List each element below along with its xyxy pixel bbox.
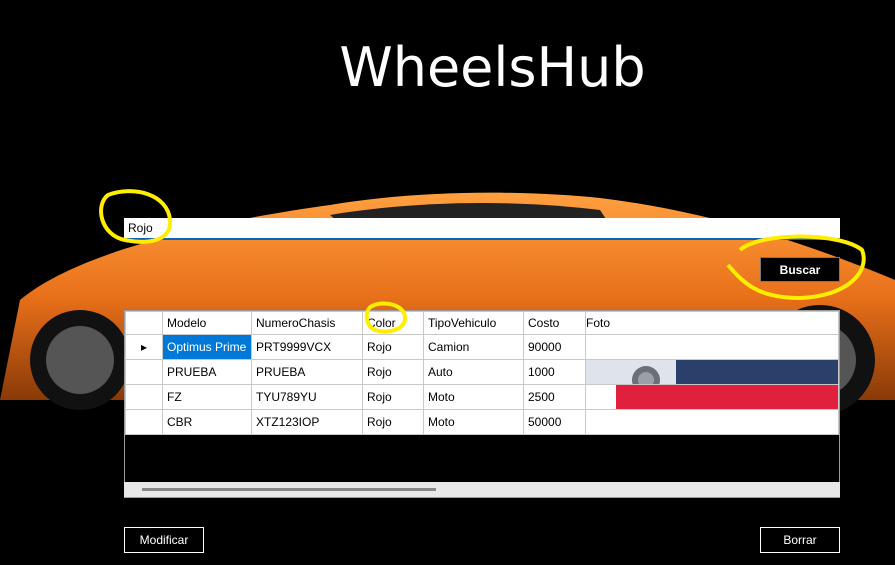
scrollbar-thumb[interactable] bbox=[142, 488, 436, 491]
row-header[interactable] bbox=[125, 409, 163, 435]
cell-color[interactable]: Rojo bbox=[362, 384, 424, 410]
app-title: WheelsHub bbox=[339, 36, 646, 99]
cell-numerochasis[interactable]: XTZ123IOP bbox=[251, 409, 363, 435]
column-header-color[interactable]: Color bbox=[362, 311, 424, 335]
search-button[interactable]: Buscar bbox=[760, 257, 840, 282]
search-input[interactable] bbox=[124, 218, 840, 240]
vehicle-photo-thumbnail bbox=[586, 360, 838, 384]
table-row[interactable]: CBR XTZ123IOP Rojo Moto 50000 bbox=[125, 409, 839, 435]
row-header-corner bbox=[125, 311, 163, 335]
grid-header-row: Modelo NumeroChasis Color TipoVehiculo C… bbox=[125, 311, 839, 335]
column-header-costo[interactable]: Costo bbox=[523, 311, 586, 335]
cell-color[interactable]: Rojo bbox=[362, 334, 424, 360]
cell-costo[interactable]: 50000 bbox=[523, 409, 586, 435]
horizontal-scrollbar[interactable] bbox=[124, 482, 840, 497]
table-row[interactable]: FZ TYU789YU Rojo Moto 2500 bbox=[125, 384, 839, 410]
cell-foto[interactable] bbox=[585, 409, 839, 435]
cell-foto[interactable] bbox=[585, 334, 839, 360]
row-header[interactable] bbox=[125, 384, 163, 410]
cell-tipovehiculo[interactable]: Camion bbox=[423, 334, 524, 360]
cell-color[interactable]: Rojo bbox=[362, 359, 424, 385]
vehicles-grid[interactable]: Modelo NumeroChasis Color TipoVehiculo C… bbox=[124, 310, 840, 498]
delete-button[interactable]: Borrar bbox=[760, 527, 840, 553]
table-row[interactable]: ▸ Optimus Prime PRT9999VCX Rojo Camion 9… bbox=[125, 334, 839, 360]
cell-numerochasis[interactable]: TYU789YU bbox=[251, 384, 363, 410]
cell-numerochasis[interactable]: PRUEBA bbox=[251, 359, 363, 385]
column-header-foto[interactable]: Foto bbox=[585, 311, 839, 335]
cell-tipovehiculo[interactable]: Auto bbox=[423, 359, 524, 385]
cell-modelo[interactable]: CBR bbox=[162, 409, 252, 435]
cell-modelo[interactable]: Optimus Prime bbox=[162, 334, 252, 360]
cell-color[interactable]: Rojo bbox=[362, 409, 424, 435]
row-header[interactable] bbox=[125, 359, 163, 385]
cell-tipovehiculo[interactable]: Moto bbox=[423, 384, 524, 410]
column-header-numerochasis[interactable]: NumeroChasis bbox=[251, 311, 363, 335]
column-header-tipovehiculo[interactable]: TipoVehiculo bbox=[423, 311, 524, 335]
cell-tipovehiculo[interactable]: Moto bbox=[423, 409, 524, 435]
cell-foto[interactable] bbox=[585, 384, 839, 410]
cell-costo[interactable]: 1000 bbox=[523, 359, 586, 385]
cell-modelo[interactable]: FZ bbox=[162, 384, 252, 410]
triangle-right-icon: ▸ bbox=[140, 340, 148, 354]
cell-costo[interactable]: 90000 bbox=[523, 334, 586, 360]
cell-numerochasis[interactable]: PRT9999VCX bbox=[251, 334, 363, 360]
vehicle-photo-thumbnail bbox=[586, 385, 838, 409]
modify-button[interactable]: Modificar bbox=[124, 527, 204, 553]
cell-costo[interactable]: 2500 bbox=[523, 384, 586, 410]
column-header-modelo[interactable]: Modelo bbox=[162, 311, 252, 335]
cell-modelo[interactable]: PRUEBA bbox=[162, 359, 252, 385]
table-row[interactable]: PRUEBA PRUEBA Rojo Auto 1000 bbox=[125, 359, 839, 385]
current-row-indicator[interactable]: ▸ bbox=[125, 334, 163, 360]
cell-foto[interactable] bbox=[585, 359, 839, 385]
